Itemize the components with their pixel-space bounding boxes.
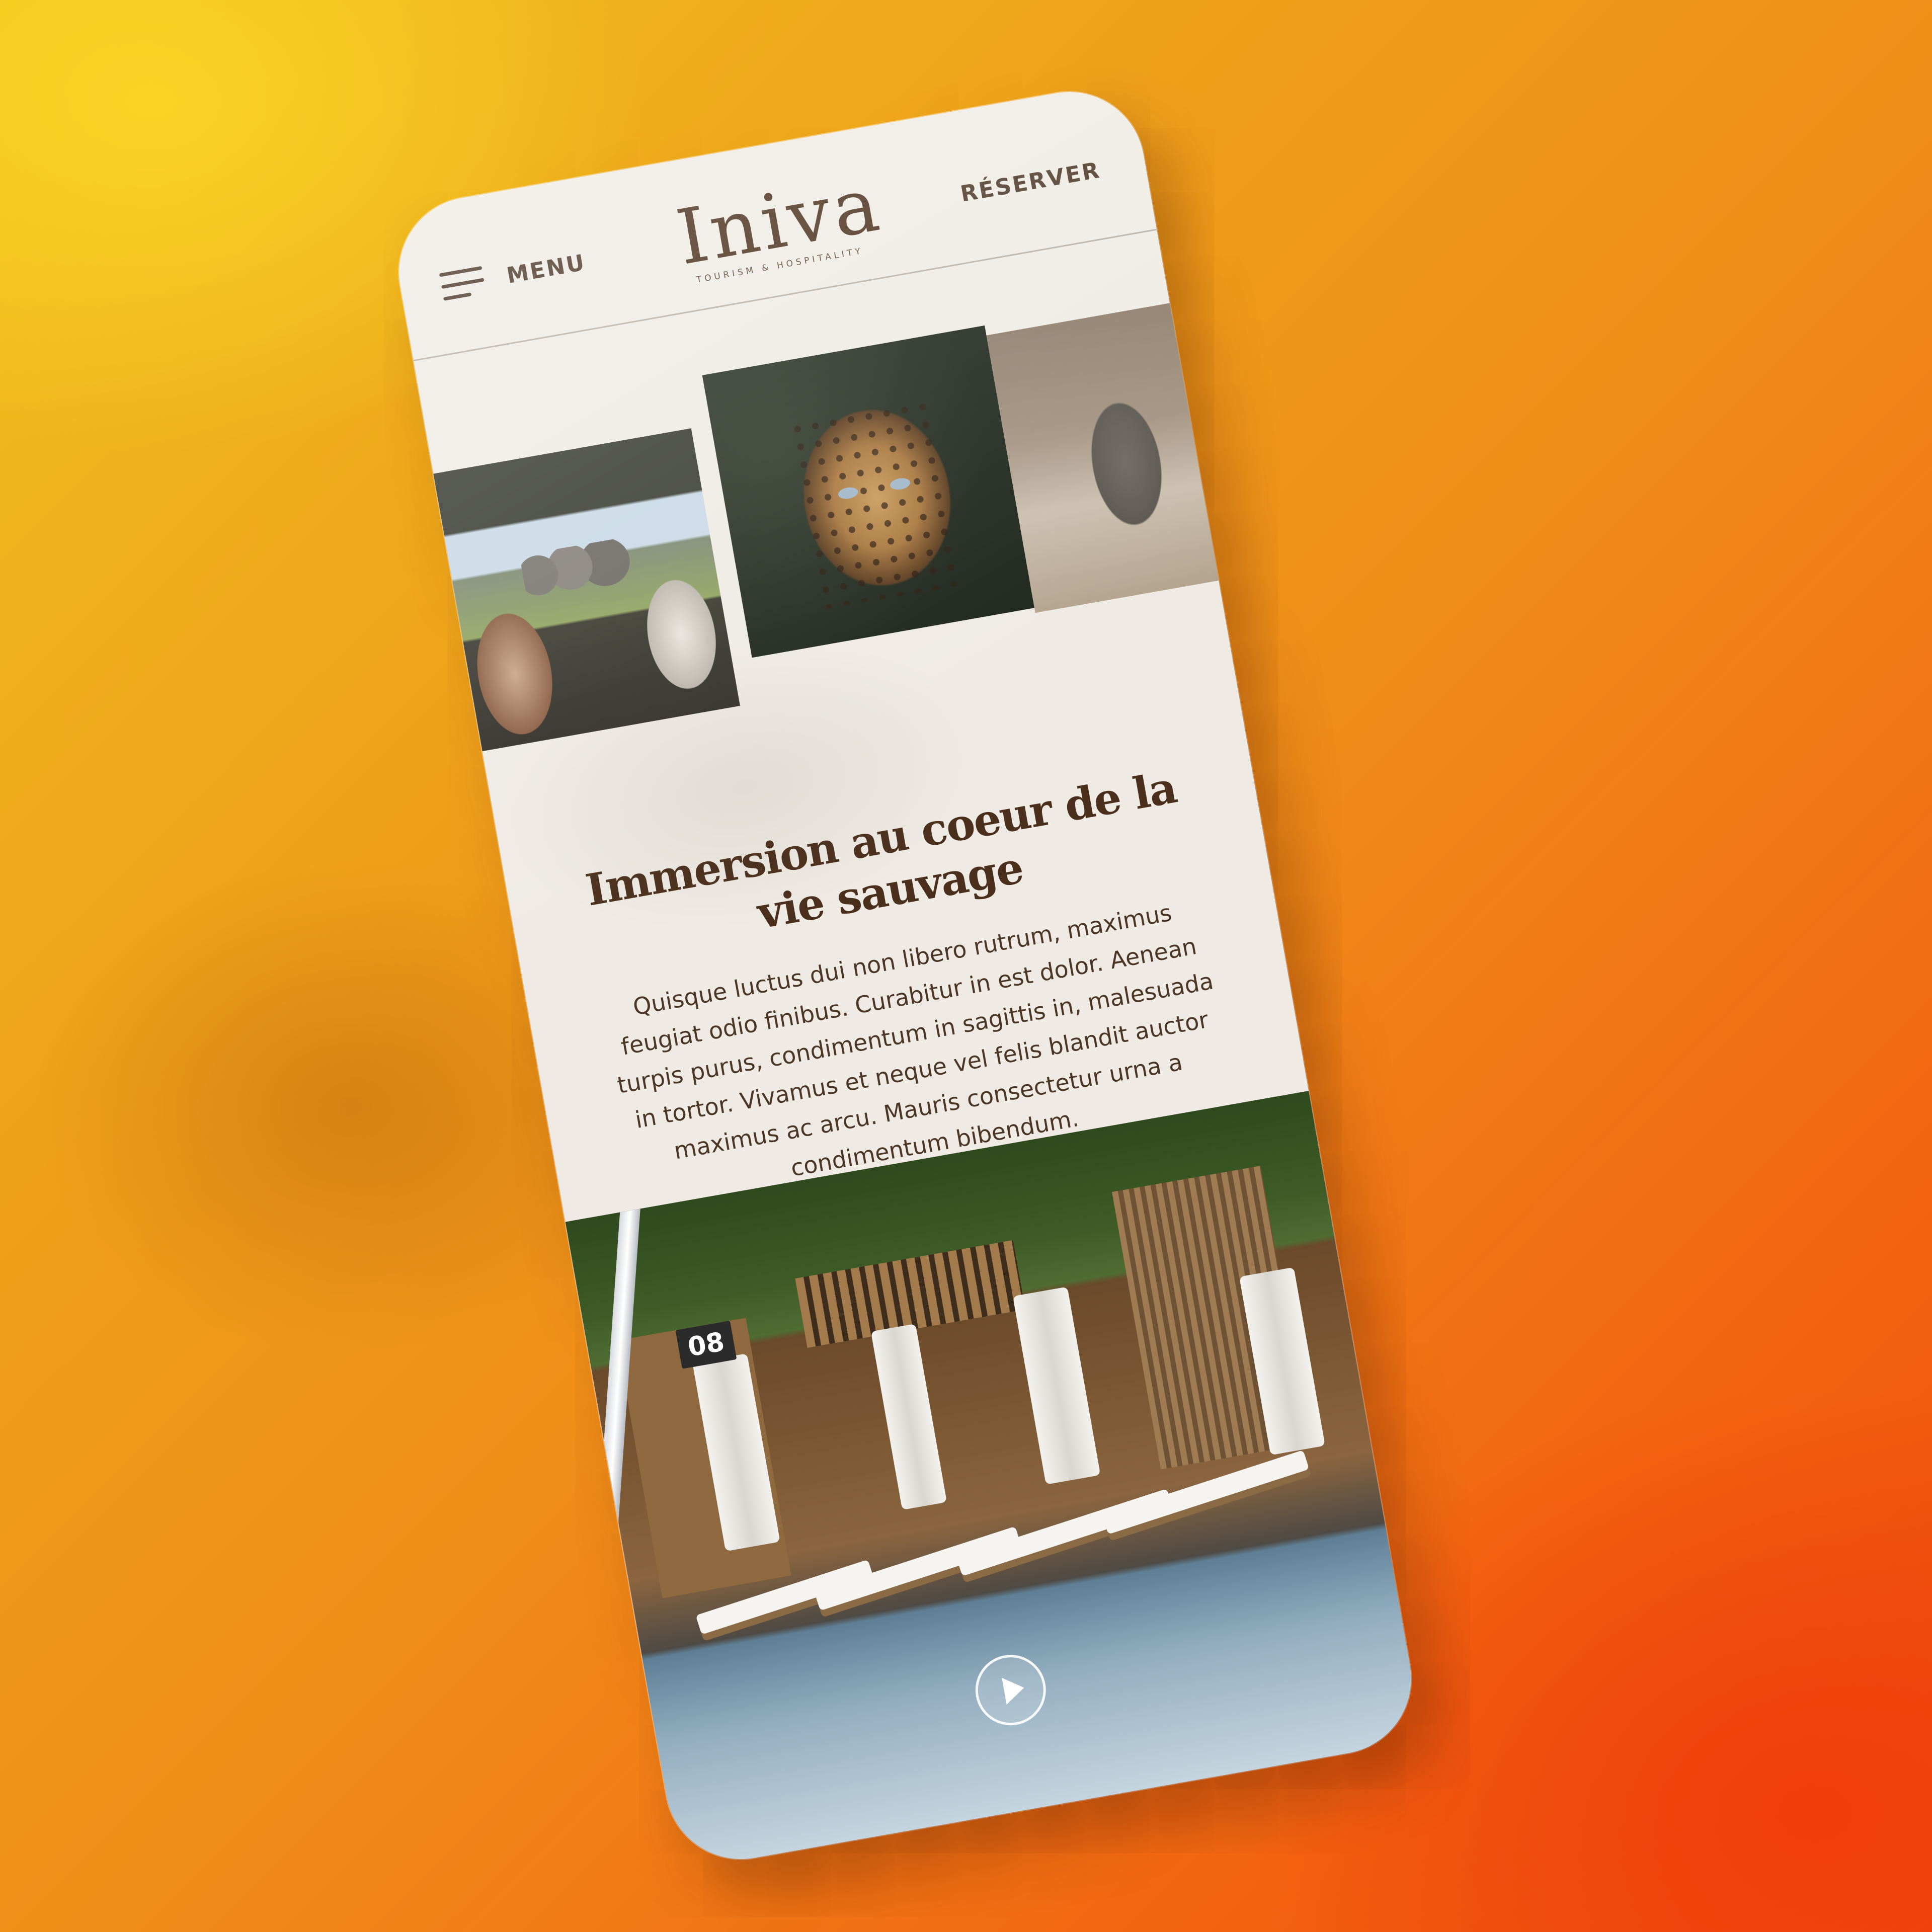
spa-video[interactable]: 08 (565, 1091, 1423, 1871)
elephant-herd (519, 536, 636, 601)
reserve-button[interactable]: RÉSERVER (958, 157, 1102, 207)
play-icon[interactable] (970, 1649, 1052, 1731)
hamburger-icon (439, 266, 487, 301)
gallery-photo-leopard (702, 325, 1035, 658)
brand-logo[interactable]: Iniva TOURISM & HOSPITALITY (670, 160, 888, 287)
logo-wordmark: Iniva (670, 160, 888, 282)
pool-handrail (569, 1191, 641, 1871)
gallery-photo-elephant (986, 286, 1313, 613)
menu-button[interactable]: MENU (439, 248, 588, 301)
gallery-photo-safari (414, 428, 740, 755)
menu-label: MENU (505, 249, 588, 289)
phone-screen: MENU Iniva TOURISM & HOSPITALITY RÉSERVE… (387, 80, 1423, 1871)
